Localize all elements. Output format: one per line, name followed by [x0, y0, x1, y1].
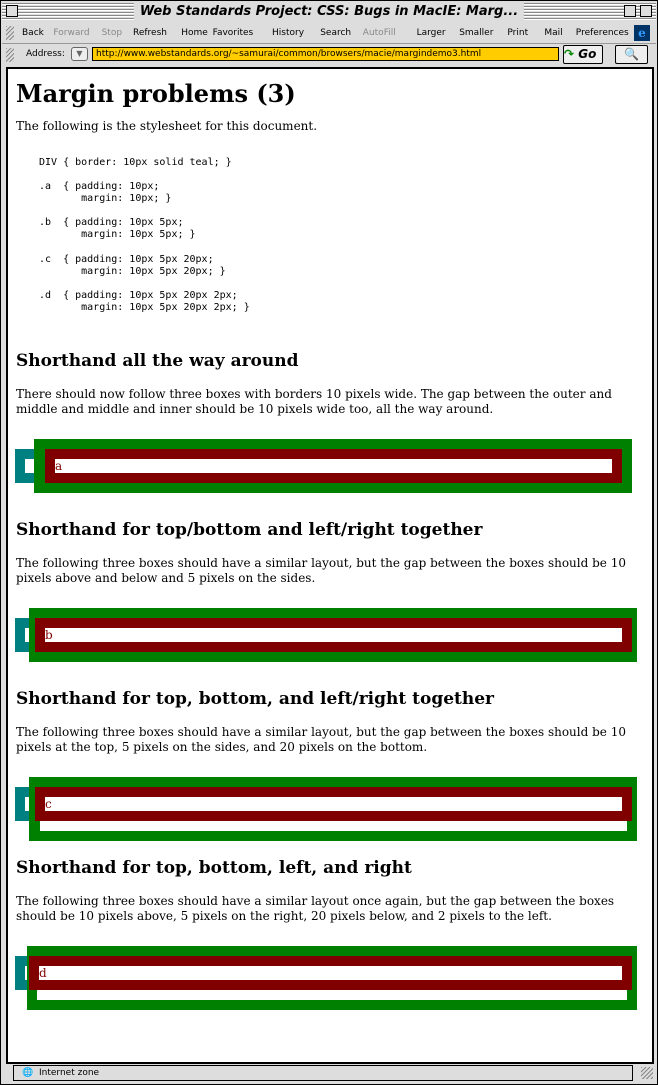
- code-line-d: .d { padding: 10px 5px 20px 2px; margin:…: [39, 290, 250, 313]
- code-line-b: .b { padding: 10px 5px; margin: 10px 5px…: [39, 217, 196, 240]
- box-label: a: [55, 459, 63, 473]
- code-line-a: .a { padding: 10px; margin: 10px; }: [39, 181, 172, 204]
- code-line-c: .c { padding: 10px 5px 20px; margin: 10p…: [39, 254, 226, 277]
- section-heading: Shorthand for top, bottom, and left/righ…: [16, 689, 495, 709]
- go-button[interactable]: ↷ Go: [563, 45, 603, 64]
- section-heading: Shorthand for top, bottom, left, and rig…: [16, 858, 412, 878]
- go-label: Go: [578, 47, 597, 61]
- toolbar-button-back[interactable]: Back: [22, 22, 44, 44]
- inner-box-content: c: [45, 797, 622, 811]
- address-label: Address:: [26, 49, 65, 59]
- toolbar-button-history[interactable]: History: [272, 22, 304, 44]
- section-heading: Shorthand all the way around: [16, 351, 299, 371]
- box-label: c: [45, 797, 52, 811]
- go-arrow-icon: ↷: [564, 47, 575, 61]
- section-text: The following three boxes should have a …: [16, 556, 626, 585]
- ie-logo-icon: e: [634, 25, 650, 41]
- box-label: d: [39, 966, 47, 980]
- globe-icon: 🌐: [22, 1068, 34, 1078]
- section-text: The following three boxes should have a …: [16, 894, 615, 923]
- status-bar: 🌐 Internet zone: [13, 1065, 633, 1081]
- address-grip-icon[interactable]: [6, 48, 14, 62]
- inner-box-content: d: [39, 966, 622, 980]
- section-text: There should now follow three boxes with…: [16, 387, 612, 416]
- intro-text: The following is the stylesheet for this…: [16, 119, 318, 133]
- magnifier-icon: 🔍: [624, 47, 639, 61]
- toolbar-button-larger[interactable]: Larger: [417, 22, 446, 44]
- section-heading: Shorthand for top/bottom and left/right …: [16, 520, 483, 540]
- code-line-0: DIV { border: 10px solid teal; }: [39, 157, 232, 168]
- address-bar: Address: ▼ http://www.webstandards.org/~…: [2, 44, 656, 66]
- search-button[interactable]: 🔍: [615, 45, 648, 64]
- toolbar-button-refresh[interactable]: Refresh: [133, 22, 167, 44]
- collapse-box[interactable]: [640, 5, 652, 17]
- browser-window: Web Standards Project: CSS: Bugs in MacI…: [0, 0, 658, 1085]
- toolbar-button-preferences[interactable]: Preferences: [576, 22, 629, 44]
- toolbar-button-favorites[interactable]: Favorites: [213, 22, 254, 44]
- page-content: Margin problems (3) The following is the…: [6, 67, 654, 1064]
- toolbar: Back Forward Stop Refresh Home Favorites Histo…: [2, 22, 656, 44]
- resize-grip-icon[interactable]: [641, 1067, 653, 1079]
- box-label: b: [45, 628, 53, 642]
- inner-box-content: b: [45, 628, 622, 642]
- page-title: Margin problems (3): [16, 79, 296, 108]
- close-box[interactable]: [6, 5, 18, 17]
- title-bar[interactable]: Web Standards Project: CSS: Bugs in MacI…: [2, 2, 656, 21]
- toolbar-button-forward[interactable]: Forward: [53, 22, 89, 44]
- url-input[interactable]: http://www.webstandards.org/~samurai/com…: [92, 47, 559, 61]
- toolbar-button-mail[interactable]: Mail: [544, 22, 562, 44]
- toolbar-button-stop[interactable]: Stop: [102, 22, 122, 44]
- toolbar-button-search[interactable]: Search: [320, 22, 351, 44]
- inner-box-content: a: [55, 459, 612, 473]
- toolbar-button-autofill[interactable]: AutoFill: [363, 22, 396, 44]
- toolbar-button-print[interactable]: Print: [507, 22, 528, 44]
- toolbar-button-smaller[interactable]: Smaller: [459, 22, 493, 44]
- section-text: The following three boxes should have a …: [16, 725, 626, 754]
- toolbar-button-home[interactable]: Home: [181, 22, 208, 44]
- zoom-box[interactable]: [624, 5, 636, 17]
- history-dropdown-icon[interactable]: ▼: [71, 47, 88, 61]
- window-title: Web Standards Project: CSS: Bugs in MacI…: [133, 2, 525, 21]
- toolbar-grip-icon[interactable]: [6, 26, 14, 40]
- status-text: Internet zone: [39, 1068, 100, 1078]
